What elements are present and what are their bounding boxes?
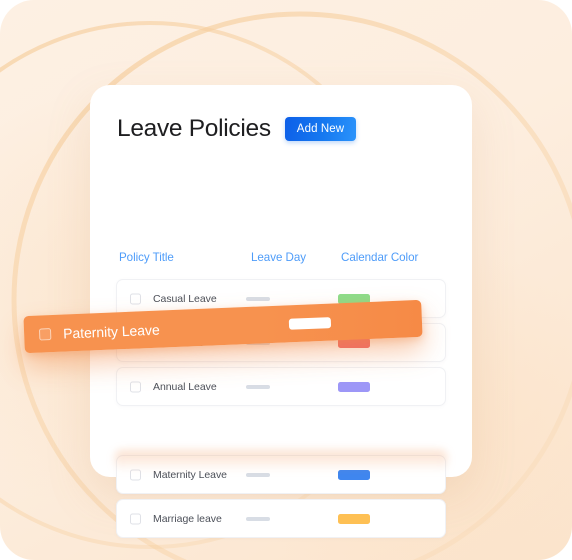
policy-title-label: Paternity Leave	[62, 321, 160, 342]
calendar-color-swatch[interactable]	[288, 316, 332, 330]
policy-title-label: Annual Leave	[153, 380, 217, 393]
calendar-color-swatch[interactable]	[338, 469, 370, 480]
table-row[interactable]: Annual Leave	[116, 367, 446, 406]
calendar-color-swatch[interactable]	[338, 381, 370, 392]
column-header-leave-day[interactable]: Leave Day	[251, 251, 306, 264]
table-row[interactable]: Marriage leave	[116, 499, 446, 538]
table-column-headers: Policy Title Leave Day Calendar Color	[119, 251, 449, 267]
leave-day-placeholder	[246, 384, 270, 389]
row-checkbox[interactable]	[130, 293, 141, 304]
row-checkbox[interactable]	[38, 327, 52, 341]
leave-day-placeholder	[246, 296, 270, 301]
leave-day-placeholder	[246, 516, 270, 521]
row-checkbox[interactable]	[130, 513, 141, 524]
policy-title-label: Marriage leave	[153, 512, 222, 525]
leave-policies-card: Leave Policies Add New Policy Title Leav…	[90, 85, 472, 538]
row-checkbox[interactable]	[130, 381, 141, 392]
screenshot-root: Leave Policies Add New Policy Title Leav…	[0, 0, 572, 560]
policy-title-label: Maternity Leave	[153, 468, 227, 481]
column-header-calendar-color[interactable]: Calendar Color	[341, 251, 418, 264]
add-new-button[interactable]: Add New	[284, 117, 357, 142]
row-checkbox[interactable]	[130, 469, 141, 480]
card-header: Leave Policies Add New	[117, 115, 357, 142]
table-row[interactable]: Maternity Leave	[116, 455, 446, 494]
leave-day-placeholder	[246, 472, 270, 477]
calendar-color-swatch[interactable]	[338, 513, 370, 524]
column-header-policy-title[interactable]: Policy Title	[119, 251, 174, 264]
policy-title-label: Casual Leave	[153, 292, 217, 305]
page-title: Leave Policies	[117, 115, 271, 142]
